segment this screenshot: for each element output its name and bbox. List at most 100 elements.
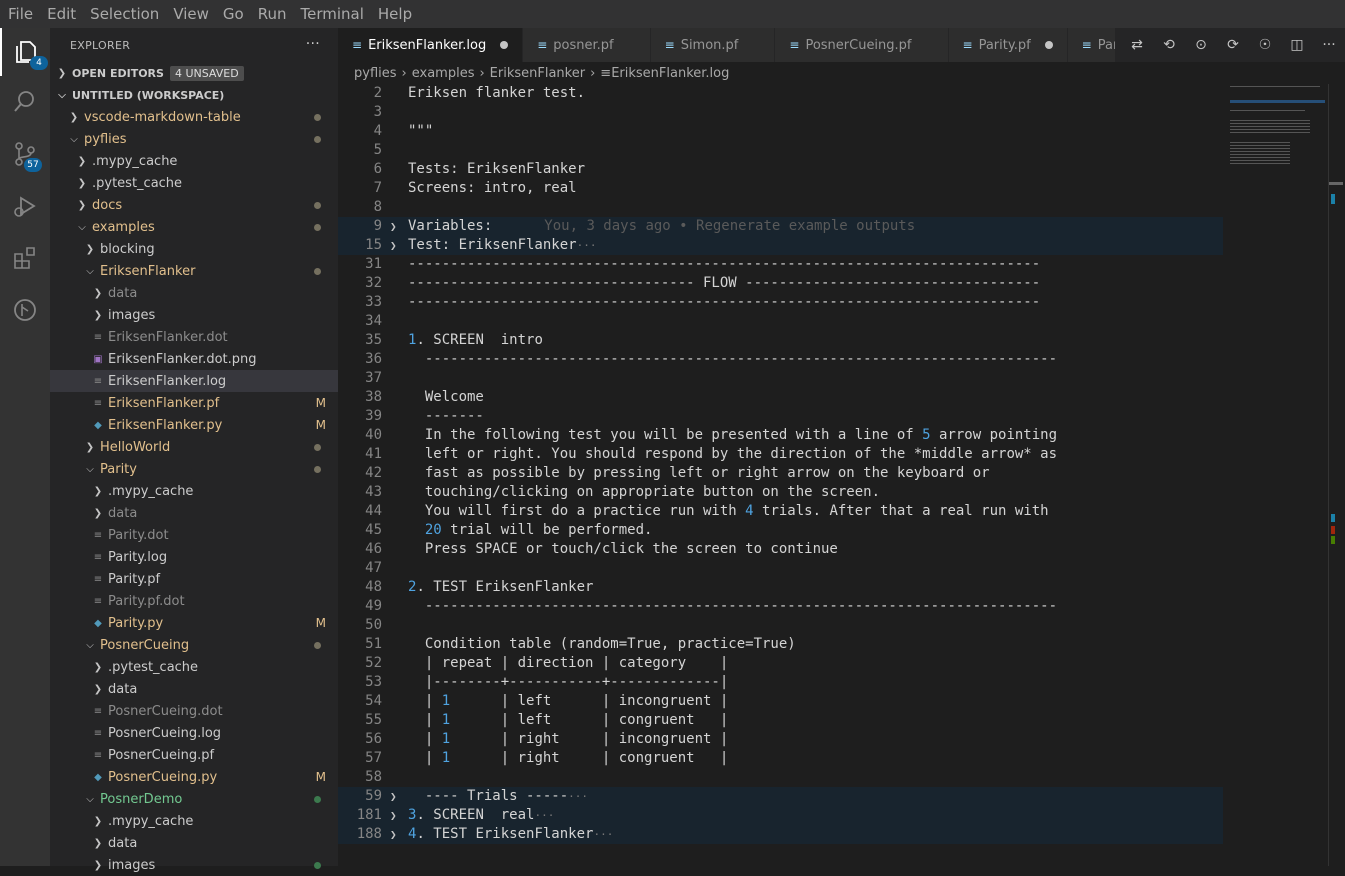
code-line: 44 You will first do a practice run with… (338, 502, 1228, 521)
tree-file[interactable]: ≡ PosnerCueing.dot (50, 700, 338, 722)
source-control-activity-button[interactable]: 57 (0, 130, 50, 178)
tree-file[interactable]: ◆ EriksenFlanker.py M (50, 414, 338, 436)
tree-folder[interactable]: ⌵ EriksenFlanker (50, 260, 338, 282)
tree-file[interactable]: ≡ EriksenFlanker.log (50, 370, 338, 392)
fold-chevron-icon[interactable]: ❯ (390, 806, 397, 825)
tree-folder[interactable]: ⌵ examples (50, 216, 338, 238)
breadcrumb-item[interactable]: EriksenFlanker.log (611, 66, 729, 81)
tree-file[interactable]: ≡ Parity.pf.dot (50, 590, 338, 612)
menu-item-edit[interactable]: Edit (39, 5, 82, 23)
menu-item-view[interactable]: View (165, 5, 215, 23)
run-debug-activity-button[interactable] (0, 182, 50, 230)
line-text: Test: EriksenFlanker··· (408, 237, 597, 253)
minimap[interactable] (1228, 84, 1328, 184)
unsaved-dot-icon[interactable] (1044, 41, 1053, 49)
tree-file[interactable]: ≡ PosnerCueing.pf (50, 744, 338, 766)
tree-folder[interactable]: ❯ .pytest_cache (50, 172, 338, 194)
tree-folder[interactable]: ❯ blocking (50, 238, 338, 260)
line-number: 37 (365, 370, 382, 386)
fold-chevron-icon[interactable]: ❯ (390, 236, 397, 255)
tree-folder[interactable]: ❯ data (50, 502, 338, 524)
git-graph-activity-button[interactable] (0, 286, 50, 334)
tree-folder[interactable]: ⌵ PosnerCueing (50, 634, 338, 656)
tree-file[interactable]: ≡ EriksenFlanker.dot (50, 326, 338, 348)
folded-ellipsis-icon[interactable]: ··· (534, 809, 554, 822)
breadcrumb-item[interactable]: EriksenFlanker (490, 66, 585, 81)
line-number: 32 (365, 275, 382, 291)
editor-tab[interactable]: ≡ Parity.pf (948, 28, 1068, 62)
tree-file[interactable]: ≡ EriksenFlanker.pf M (50, 392, 338, 414)
tree-file[interactable]: ◆ Parity.py M (50, 612, 338, 634)
line-number: 33 (365, 294, 382, 310)
tree-folder[interactable]: ❯ .mypy_cache (50, 150, 338, 172)
breadcrumb-item[interactable]: examples (412, 66, 475, 81)
tree-folder[interactable]: ❯ data (50, 282, 338, 304)
line-number: 39 (365, 408, 382, 424)
folded-ellipsis-icon[interactable]: ··· (568, 790, 588, 803)
vertical-scrollbar[interactable] (1328, 84, 1343, 866)
split-editor-icon[interactable]: ◫ (1281, 37, 1313, 53)
tree-item-label: Parity.pf.dot (108, 593, 185, 609)
code-editor[interactable]: 2 Eriksen flanker test. 3 4 """ 5 6 Tests: Erik… (338, 84, 1228, 844)
file-icon: ≡ (789, 38, 800, 52)
tree-folder[interactable]: ⌵ Parity (50, 458, 338, 480)
unsaved-dot-icon[interactable] (500, 41, 509, 49)
editor-tab[interactable]: ≡ posner.pf (523, 28, 651, 62)
explorer-title-text: EXPLORER (70, 38, 131, 52)
line-number: 15 (365, 237, 382, 253)
tree-folder[interactable]: ⌵ pyflies (50, 128, 338, 150)
menu-item-help[interactable]: Help (370, 5, 418, 23)
explorer-activity-button[interactable]: 4 (0, 28, 50, 76)
more-icon[interactable]: ··· (1313, 37, 1345, 53)
file-icon: ≡ (537, 38, 548, 52)
line-number: 9 (373, 218, 382, 234)
tree-item-label: PosnerCueing.log (108, 725, 222, 741)
tree-file[interactable]: ▣ EriksenFlanker.dot.png (50, 348, 338, 370)
more-actions-icon[interactable]: ··· (306, 36, 320, 52)
menu-item-run[interactable]: Run (250, 5, 293, 23)
compare-icon[interactable]: ⇄ (1121, 37, 1153, 53)
fold-chevron-icon[interactable]: ❯ (390, 217, 397, 236)
fold-chevron-icon[interactable]: ❯ (390, 825, 397, 844)
tree-folder[interactable]: ❯ .mypy_cache (50, 810, 338, 832)
code-line: 53 |--------+-----------+-------------| (338, 673, 1228, 692)
extensions-activity-button[interactable] (0, 234, 50, 282)
editor-tab[interactable]: ≡ PosnerCueing.pf (775, 28, 949, 62)
tree-folder[interactable]: ❯ vscode-markdown-table (50, 106, 338, 128)
tree-file[interactable]: ◆ PosnerCueing.py M (50, 766, 338, 788)
search-activity-button[interactable] (0, 78, 50, 126)
tree-file[interactable]: ≡ PosnerCueing.log (50, 722, 338, 744)
menu-item-go[interactable]: Go (215, 5, 250, 23)
tree-folder[interactable]: ❯ HelloWorld (50, 436, 338, 458)
chevron-right-icon: ❯ (93, 287, 103, 299)
menu-item-file[interactable]: File (0, 5, 39, 23)
go-back-icon[interactable]: ⟲ (1153, 37, 1185, 53)
go-forward-icon[interactable]: ⟳ (1217, 37, 1249, 53)
breadcrumb-item[interactable]: pyflies (354, 66, 397, 81)
editor-tab[interactable]: ≡ Simon.pf (650, 28, 776, 62)
tree-folder[interactable]: ❯ docs (50, 194, 338, 216)
tree-file[interactable]: ≡ Parity.pf (50, 568, 338, 590)
line-text: Variables: You, 3 days ago • Regenerate e… (408, 218, 916, 234)
tree-folder[interactable]: ❯ data (50, 832, 338, 854)
folded-ellipsis-icon[interactable]: ··· (577, 239, 597, 252)
tree-file[interactable]: ≡ Parity.log (50, 546, 338, 568)
menu-item-terminal[interactable]: Terminal (293, 5, 370, 23)
folded-ellipsis-icon[interactable]: ··· (593, 828, 613, 841)
tree-folder[interactable]: ❯ .mypy_cache (50, 480, 338, 502)
fold-chevron-icon[interactable]: ❯ (390, 787, 397, 806)
tree-folder[interactable]: ❯ images (50, 854, 338, 876)
tree-folder[interactable]: ❯ data (50, 678, 338, 700)
menu-item-selection[interactable]: Selection (82, 5, 165, 23)
workspace-section[interactable]: ⌵ UNTITLED (WORKSPACE) (50, 84, 338, 106)
tree-item-label: images (108, 307, 156, 323)
tree-folder[interactable]: ❯ .pytest_cache (50, 656, 338, 678)
tree-folder[interactable]: ❯ images (50, 304, 338, 326)
open-editors-section[interactable]: ❯ OPEN EDITORS 4 UNSAVED (50, 62, 338, 84)
commit-icon[interactable]: ⊙ (1185, 37, 1217, 53)
timeline-icon[interactable]: ☉ (1249, 37, 1281, 53)
editor-tab[interactable]: ≡ EriksenFlanker.log (338, 28, 524, 62)
tree-folder[interactable]: ⌵ PosnerDemo (50, 788, 338, 810)
tree-file[interactable]: ≡ Parity.dot (50, 524, 338, 546)
code-line: 38 Welcome (338, 388, 1228, 407)
